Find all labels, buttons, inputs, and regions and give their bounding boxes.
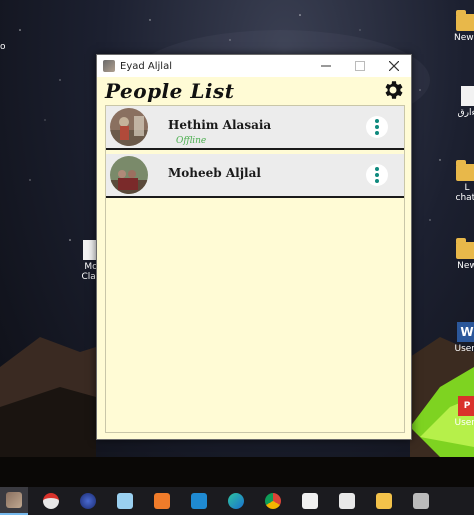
snip-icon [413, 493, 429, 509]
document-icon [461, 86, 474, 106]
people-list: Hethim Alasaia Offline Moheeb Aljlal [105, 105, 405, 433]
avatar [110, 156, 148, 194]
desktop-folder-icon[interactable]: NewC [450, 10, 474, 43]
desktop-icon-label[interactable]: o [0, 42, 6, 52]
close-button[interactable] [377, 55, 411, 77]
taskbar-item[interactable] [185, 487, 213, 515]
list-item[interactable]: Hethim Alasaia Offline [106, 106, 404, 150]
avatar-photo [110, 108, 148, 146]
maximize-button[interactable] [343, 55, 377, 77]
taskbar-item[interactable] [370, 487, 398, 515]
menu-dot [375, 167, 379, 171]
taskbar-item[interactable] [37, 487, 65, 515]
desktop-folder-icon[interactable]: L chat- [450, 160, 474, 203]
more-options-button[interactable] [366, 116, 388, 138]
desktop-icon-label: New [457, 261, 474, 271]
notepad-icon [117, 493, 133, 509]
menu-dot [375, 131, 379, 135]
app-avatar-icon [103, 60, 115, 72]
taskbar-item[interactable] [222, 487, 250, 515]
store-icon [339, 493, 355, 509]
window-title: Eyad Aljlal [120, 60, 172, 72]
people-list-window: Eyad Aljlal People List Hethim Alasaia O… [96, 54, 412, 440]
xampp-icon [154, 493, 170, 509]
title-bar[interactable]: Eyad Aljlal [97, 55, 411, 77]
close-icon [389, 61, 399, 71]
mail-icon [302, 493, 318, 509]
taskbar-item[interactable] [111, 487, 139, 515]
person-name: Moheeb Aljlal [168, 166, 261, 180]
more-options-button[interactable] [366, 164, 388, 186]
desktop-icon-label: chat- [455, 193, 474, 203]
explorer-icon [376, 493, 392, 509]
desktop-icon-label: NewC [454, 33, 474, 43]
word-icon: W [457, 322, 474, 342]
folder-icon [456, 160, 474, 181]
app-header: People List [97, 77, 411, 105]
taskbar-item[interactable] [74, 487, 102, 515]
app-content: People List Hethim Alasaia Offline Mohee… [97, 77, 411, 439]
taskbar [0, 487, 474, 515]
person-name: Hethim Alasaia [168, 118, 272, 132]
gear-icon[interactable] [381, 78, 405, 102]
browser-icon [80, 493, 96, 509]
taskbar-item[interactable] [296, 487, 324, 515]
menu-dot [375, 179, 379, 183]
desktop-icon-label: ةءارق [457, 108, 474, 118]
taskbar-item[interactable] [148, 487, 176, 515]
desktop-icon-label: L [464, 183, 470, 193]
folder-icon [456, 238, 474, 259]
taskbar-item[interactable] [333, 487, 361, 515]
chrome-icon [265, 493, 281, 509]
avatar-photo [110, 156, 148, 194]
desktop-pdf-file-icon[interactable]: P User_ [450, 396, 474, 428]
taskbar-item[interactable] [259, 487, 287, 515]
pdf-icon: P [458, 396, 474, 416]
vscode-icon [191, 493, 207, 509]
maximize-icon [355, 61, 365, 71]
taskbar-item[interactable] [407, 487, 435, 515]
desktop-document-icon[interactable]: ةءارق [452, 86, 474, 118]
menu-dot [375, 125, 379, 129]
menu-dot [375, 173, 379, 177]
minimize-icon [321, 65, 331, 67]
list-item[interactable]: Moheeb Aljlal [106, 154, 404, 198]
edge-icon [228, 493, 244, 509]
page-title: People List [105, 79, 235, 103]
tray-icon [43, 493, 59, 509]
desktop-icon-label: User_ [454, 418, 474, 428]
status-label: Offline [176, 136, 207, 146]
photo-icon [6, 492, 22, 508]
folder-icon [456, 10, 474, 31]
taskbar-app-window[interactable] [0, 487, 28, 515]
minimize-button[interactable] [309, 55, 343, 77]
desktop-folder-icon[interactable]: New [450, 238, 474, 271]
desktop-word-file-icon[interactable]: W User_ [450, 322, 474, 354]
avatar [110, 108, 148, 146]
menu-dot [375, 119, 379, 123]
desktop-icon-label: User_ [454, 344, 474, 354]
